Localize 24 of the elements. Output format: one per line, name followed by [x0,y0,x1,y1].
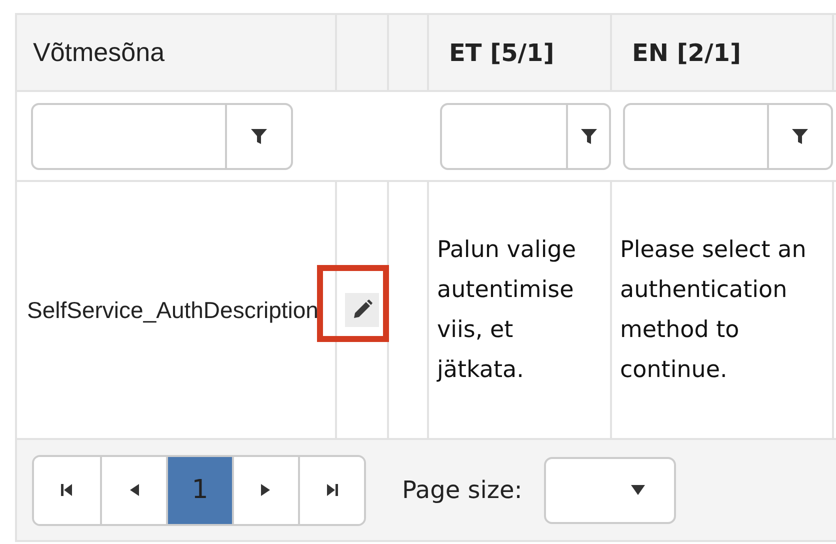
column-header[interactable]: EN [2/1] [632,38,741,66]
first-page-icon [60,483,74,497]
translation-cell-text: Palun valige autentimise viis, et jätkata. [437,236,578,385]
previous-icon [128,483,140,497]
key-cell: SelfService_AuthDescription [27,297,318,323]
filter-icon [250,127,268,145]
caret-icon [630,484,646,496]
last-page-icon [325,483,339,497]
filter-field[interactable] [440,102,568,170]
filter-button[interactable] [227,102,293,170]
page-size-label: Page size: [402,476,522,504]
page-size-select[interactable] [544,456,676,524]
filter-field[interactable] [31,102,227,170]
filter-button[interactable] [568,102,611,170]
edit-button[interactable] [345,293,379,327]
filter-field[interactable] [623,102,769,170]
next-icon [260,483,272,497]
column-header[interactable]: Võtmesõna [33,37,165,67]
filter-button[interactable] [769,102,833,170]
pencil-icon [351,299,373,321]
last-page-button[interactable] [298,456,364,524]
filter-icon [791,127,809,145]
filter-icon [580,127,598,145]
translation-cell-text: Please select an authentication method to continue. [620,236,808,385]
